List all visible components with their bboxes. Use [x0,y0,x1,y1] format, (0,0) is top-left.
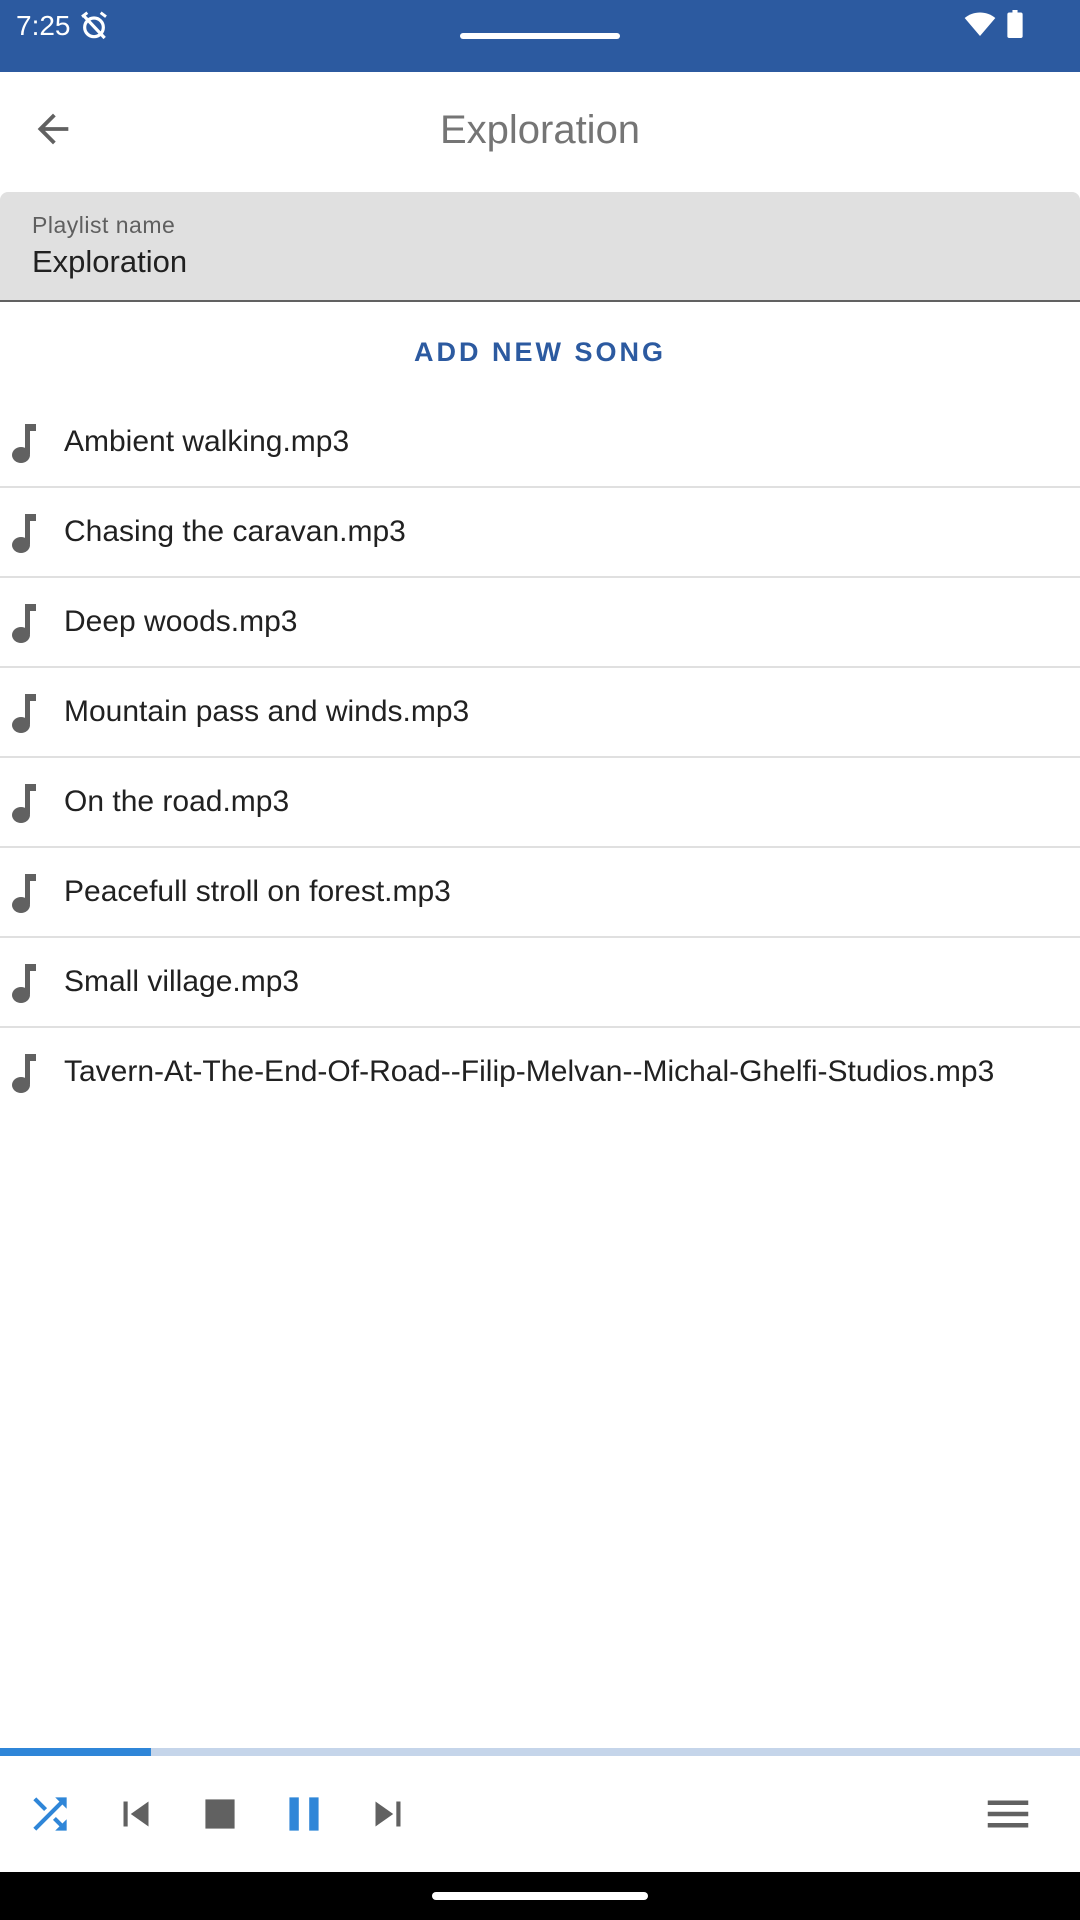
song-title: Small village.mp3 [64,965,300,998]
skip-next-icon [375,1801,401,1827]
list-item[interactable]: Tavern-At-The-End-Of-Road--Filip-Melvan-… [0,1028,1080,1118]
previous-button[interactable] [94,1756,178,1872]
skip-previous-icon [123,1801,149,1827]
music-note-icon [12,694,36,733]
home-gesture-handle[interactable] [432,1892,648,1900]
menu-button[interactable] [966,1756,1050,1872]
navigation-bar [0,1872,1080,1920]
pause-icon [289,1797,319,1831]
playback-progress-bar[interactable] [0,1748,1080,1756]
list-item[interactable]: Deep woods.mp3 [0,578,1080,668]
music-note-icon [12,874,36,913]
music-note-icon [12,604,36,643]
wifi-icon [964,12,996,36]
status-bar: 7:25 [0,0,1080,72]
music-note-icon [12,1054,36,1093]
status-time: 7:25 [16,10,71,41]
list-item[interactable]: Small village.mp3 [0,938,1080,1028]
music-note-icon [12,784,36,823]
music-note-icon [12,514,36,553]
menu-icon [987,1800,1029,1828]
battery-icon [1007,10,1023,38]
player-controls [0,1756,1080,1872]
song-title: On the road.mp3 [64,785,290,818]
status-drag-handle [460,33,620,39]
song-list: Ambient walking.mp3 Chasing the caravan.… [0,398,1080,1118]
list-item[interactable]: On the road.mp3 [0,758,1080,848]
playlist-name-label: Playlist name [32,212,176,238]
pause-button[interactable] [262,1756,346,1872]
stop-button[interactable] [178,1756,262,1872]
song-title: Peacefull stroll on forest.mp3 [64,875,451,908]
page-title: Exploration [439,108,641,152]
alarm-off-icon [81,11,107,40]
song-title: Mountain pass and winds.mp3 [64,695,470,728]
playback-progress-fill [0,1748,152,1756]
playlist-name-field[interactable]: Playlist name Exploration [0,192,1080,302]
song-title: Ambient walking.mp3 [64,425,350,458]
shuffle-icon [33,1797,67,1831]
list-item[interactable]: Mountain pass and winds.mp3 [0,668,1080,758]
song-title: Tavern-At-The-End-Of-Road--Filip-Melvan-… [64,1055,995,1088]
shuffle-button[interactable] [8,1756,92,1872]
playlist-name-value[interactable]: Exploration [32,244,187,280]
list-item[interactable]: Peacefull stroll on forest.mp3 [0,848,1080,938]
next-button[interactable] [346,1756,430,1872]
music-note-icon [12,964,36,1003]
list-item[interactable]: Ambient walking.mp3 [0,398,1080,488]
list-item[interactable]: Chasing the caravan.mp3 [0,488,1080,578]
app-bar: Exploration [0,72,1080,192]
music-note-icon [12,424,36,463]
add-new-song-button[interactable]: ADD NEW SONG [0,320,1080,384]
song-title: Chasing the caravan.mp3 [64,515,406,548]
stop-icon [205,1799,235,1829]
song-title: Deep woods.mp3 [64,605,298,638]
